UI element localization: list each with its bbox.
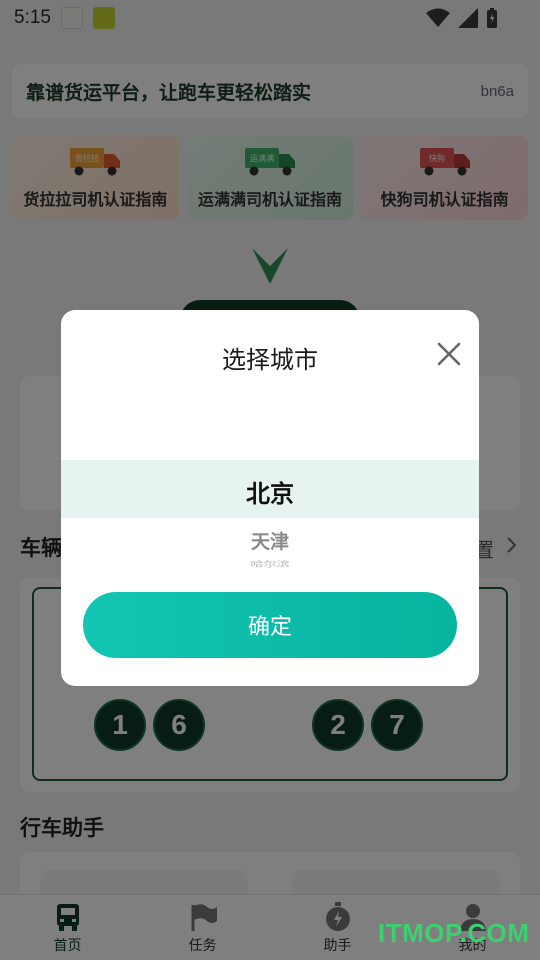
confirm-button[interactable]: 确定 xyxy=(83,592,457,658)
close-icon[interactable] xyxy=(435,340,463,368)
picker-option-selected[interactable]: 北京 xyxy=(61,474,479,509)
site-watermark: ITMOP.COM xyxy=(378,918,530,948)
city-picker-dialog: 选择城市 北京 天津 哈尔滨 确定 xyxy=(61,310,479,686)
dialog-title: 选择城市 xyxy=(222,347,318,374)
city-picker-wheel[interactable]: 北京 天津 哈尔滨 xyxy=(61,400,479,580)
picker-option[interactable]: 哈尔滨 xyxy=(61,558,479,568)
picker-option[interactable]: 天津 xyxy=(61,527,479,554)
